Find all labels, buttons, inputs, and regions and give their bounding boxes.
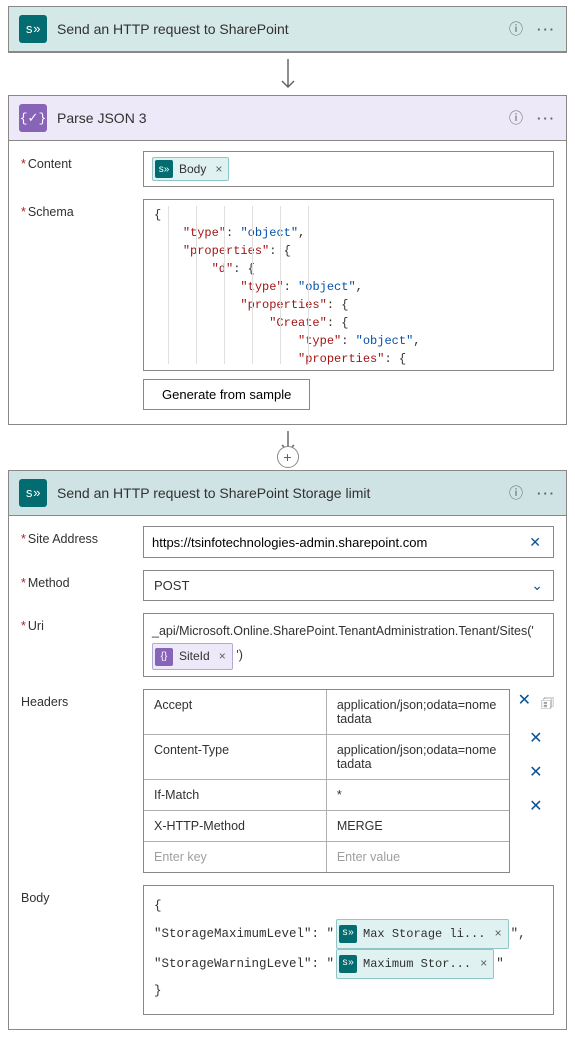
header-key-cell[interactable]: Content-Type xyxy=(144,735,327,779)
body-close: } xyxy=(154,979,543,1004)
card-header[interactable]: s» Send an HTTP request to SharePoint St… xyxy=(9,471,566,516)
help-icon[interactable]: ⓘ xyxy=(509,19,523,39)
flow-arrow xyxy=(8,53,567,95)
uri-text-b: ') xyxy=(236,648,243,662)
table-row: If-Match * xyxy=(144,780,509,811)
table-row: X-HTTP-Method MERGE xyxy=(144,811,509,842)
body-open: { xyxy=(154,894,543,919)
body-key-max: "StorageMaximumLevel": " xyxy=(154,922,334,947)
remove-token-icon[interactable]: × xyxy=(216,646,226,668)
headers-side-controls: ✕ 🗊 ✕ ✕ ✕ xyxy=(518,689,554,873)
token-label: Max Storage li... xyxy=(363,922,485,946)
help-icon[interactable]: ⓘ xyxy=(509,483,523,503)
header-key-placeholder[interactable]: Enter key xyxy=(144,842,327,872)
uri-text-a: _api/Microsoft.Online.SharePoint.TenantA… xyxy=(152,624,534,638)
sharepoint-icon: s» xyxy=(155,160,173,178)
body-after-max: ", xyxy=(511,922,526,947)
card-title: Send an HTTP request to SharePoint Stora… xyxy=(57,485,499,501)
remove-token-icon[interactable]: × xyxy=(491,922,501,946)
more-menu-icon[interactable]: ··· xyxy=(537,22,556,37)
token-label: SiteId xyxy=(179,646,210,668)
card-header[interactable]: {✓} Parse JSON 3 ⓘ ··· xyxy=(9,96,566,141)
content-input[interactable]: s» Body × xyxy=(143,151,554,187)
schema-editor[interactable]: { "type": "object", "properties": { "d":… xyxy=(143,199,554,371)
body-label: Body xyxy=(21,885,131,905)
headers-label: Headers xyxy=(21,689,131,709)
parse-json-icon: {✓} xyxy=(19,104,47,132)
action-card-http-storage-limit: s» Send an HTTP request to SharePoint St… xyxy=(8,470,567,1030)
switch-mode-icon[interactable]: 🗊 xyxy=(541,693,554,717)
help-icon[interactable]: ⓘ xyxy=(509,108,523,128)
table-row: Accept application/json;odata=nometadata xyxy=(144,690,509,735)
method-value: POST xyxy=(154,578,525,593)
site-address-label: Site Address xyxy=(21,526,131,546)
sharepoint-icon: s» xyxy=(19,479,47,507)
delete-row-icon[interactable]: ✕ xyxy=(529,731,542,747)
content-label: Content xyxy=(21,151,131,171)
flow-arrow-with-add: + xyxy=(8,425,567,470)
remove-token-icon[interactable]: × xyxy=(212,162,222,176)
body-input[interactable]: { "StorageMaximumLevel": " s» Max Storag… xyxy=(143,885,554,1015)
method-select[interactable]: POST ⌄ xyxy=(143,570,554,601)
header-value-cell[interactable]: MERGE xyxy=(327,811,509,841)
generate-from-sample-button[interactable]: Generate from sample xyxy=(143,379,310,410)
token-siteid[interactable]: {} SiteId × xyxy=(152,643,233,671)
card-header[interactable]: s» Send an HTTP request to SharePoint ⓘ … xyxy=(9,7,566,52)
header-value-cell[interactable]: * xyxy=(327,780,509,810)
remove-token-icon[interactable]: × xyxy=(477,952,487,976)
table-row: Content-Type application/json;odata=nome… xyxy=(144,735,509,780)
token-max-storage[interactable]: s» Max Storage li... × xyxy=(336,919,509,949)
token-body[interactable]: s» Body × xyxy=(152,157,229,181)
delete-row-icon[interactable]: ✕ xyxy=(529,765,542,781)
sharepoint-icon: s» xyxy=(339,955,357,973)
sharepoint-icon: s» xyxy=(19,15,47,43)
token-max-warn[interactable]: s» Maximum Stor... × xyxy=(336,949,494,979)
schema-label: Schema xyxy=(21,199,131,219)
site-address-input[interactable]: ✕ xyxy=(143,526,554,558)
card-title: Parse JSON 3 xyxy=(57,110,499,126)
header-key-cell[interactable]: Accept xyxy=(144,690,327,734)
sharepoint-icon: s» xyxy=(339,925,357,943)
action-card-http-sharepoint: s» Send an HTTP request to SharePoint ⓘ … xyxy=(8,6,567,53)
more-menu-icon[interactable]: ··· xyxy=(537,111,556,126)
header-value-cell[interactable]: application/json;odata=nometadata xyxy=(327,690,509,734)
action-card-parse-json: {✓} Parse JSON 3 ⓘ ··· Content s» Body ×… xyxy=(8,95,567,425)
more-menu-icon[interactable]: ··· xyxy=(537,486,556,501)
delete-row-icon[interactable]: ✕ xyxy=(518,693,531,717)
token-label: Maximum Stor... xyxy=(363,952,471,976)
body-after-warn: " xyxy=(496,952,504,977)
uri-label: Uri xyxy=(21,613,131,633)
delete-row-icon[interactable]: ✕ xyxy=(529,799,542,815)
method-label: Method xyxy=(21,570,131,590)
header-key-cell[interactable]: If-Match xyxy=(144,780,327,810)
header-value-placeholder[interactable]: Enter value xyxy=(327,842,509,872)
header-value-cell[interactable]: application/json;odata=nometadata xyxy=(327,735,509,779)
clear-icon[interactable]: ✕ xyxy=(525,534,545,551)
body-key-warn: "StorageWarningLevel": " xyxy=(154,952,334,977)
table-row: Enter key Enter value xyxy=(144,842,509,872)
uri-input[interactable]: _api/Microsoft.Online.SharePoint.TenantA… xyxy=(143,613,554,677)
token-label: Body xyxy=(179,162,206,176)
card-title: Send an HTTP request to SharePoint xyxy=(57,21,499,37)
parse-json-icon: {} xyxy=(155,648,173,666)
headers-table: Accept application/json;odata=nometadata… xyxy=(143,689,510,873)
add-step-button[interactable]: + xyxy=(277,446,299,468)
chevron-down-icon: ⌄ xyxy=(531,577,543,594)
header-key-cell[interactable]: X-HTTP-Method xyxy=(144,811,327,841)
site-address-value[interactable] xyxy=(152,535,519,550)
